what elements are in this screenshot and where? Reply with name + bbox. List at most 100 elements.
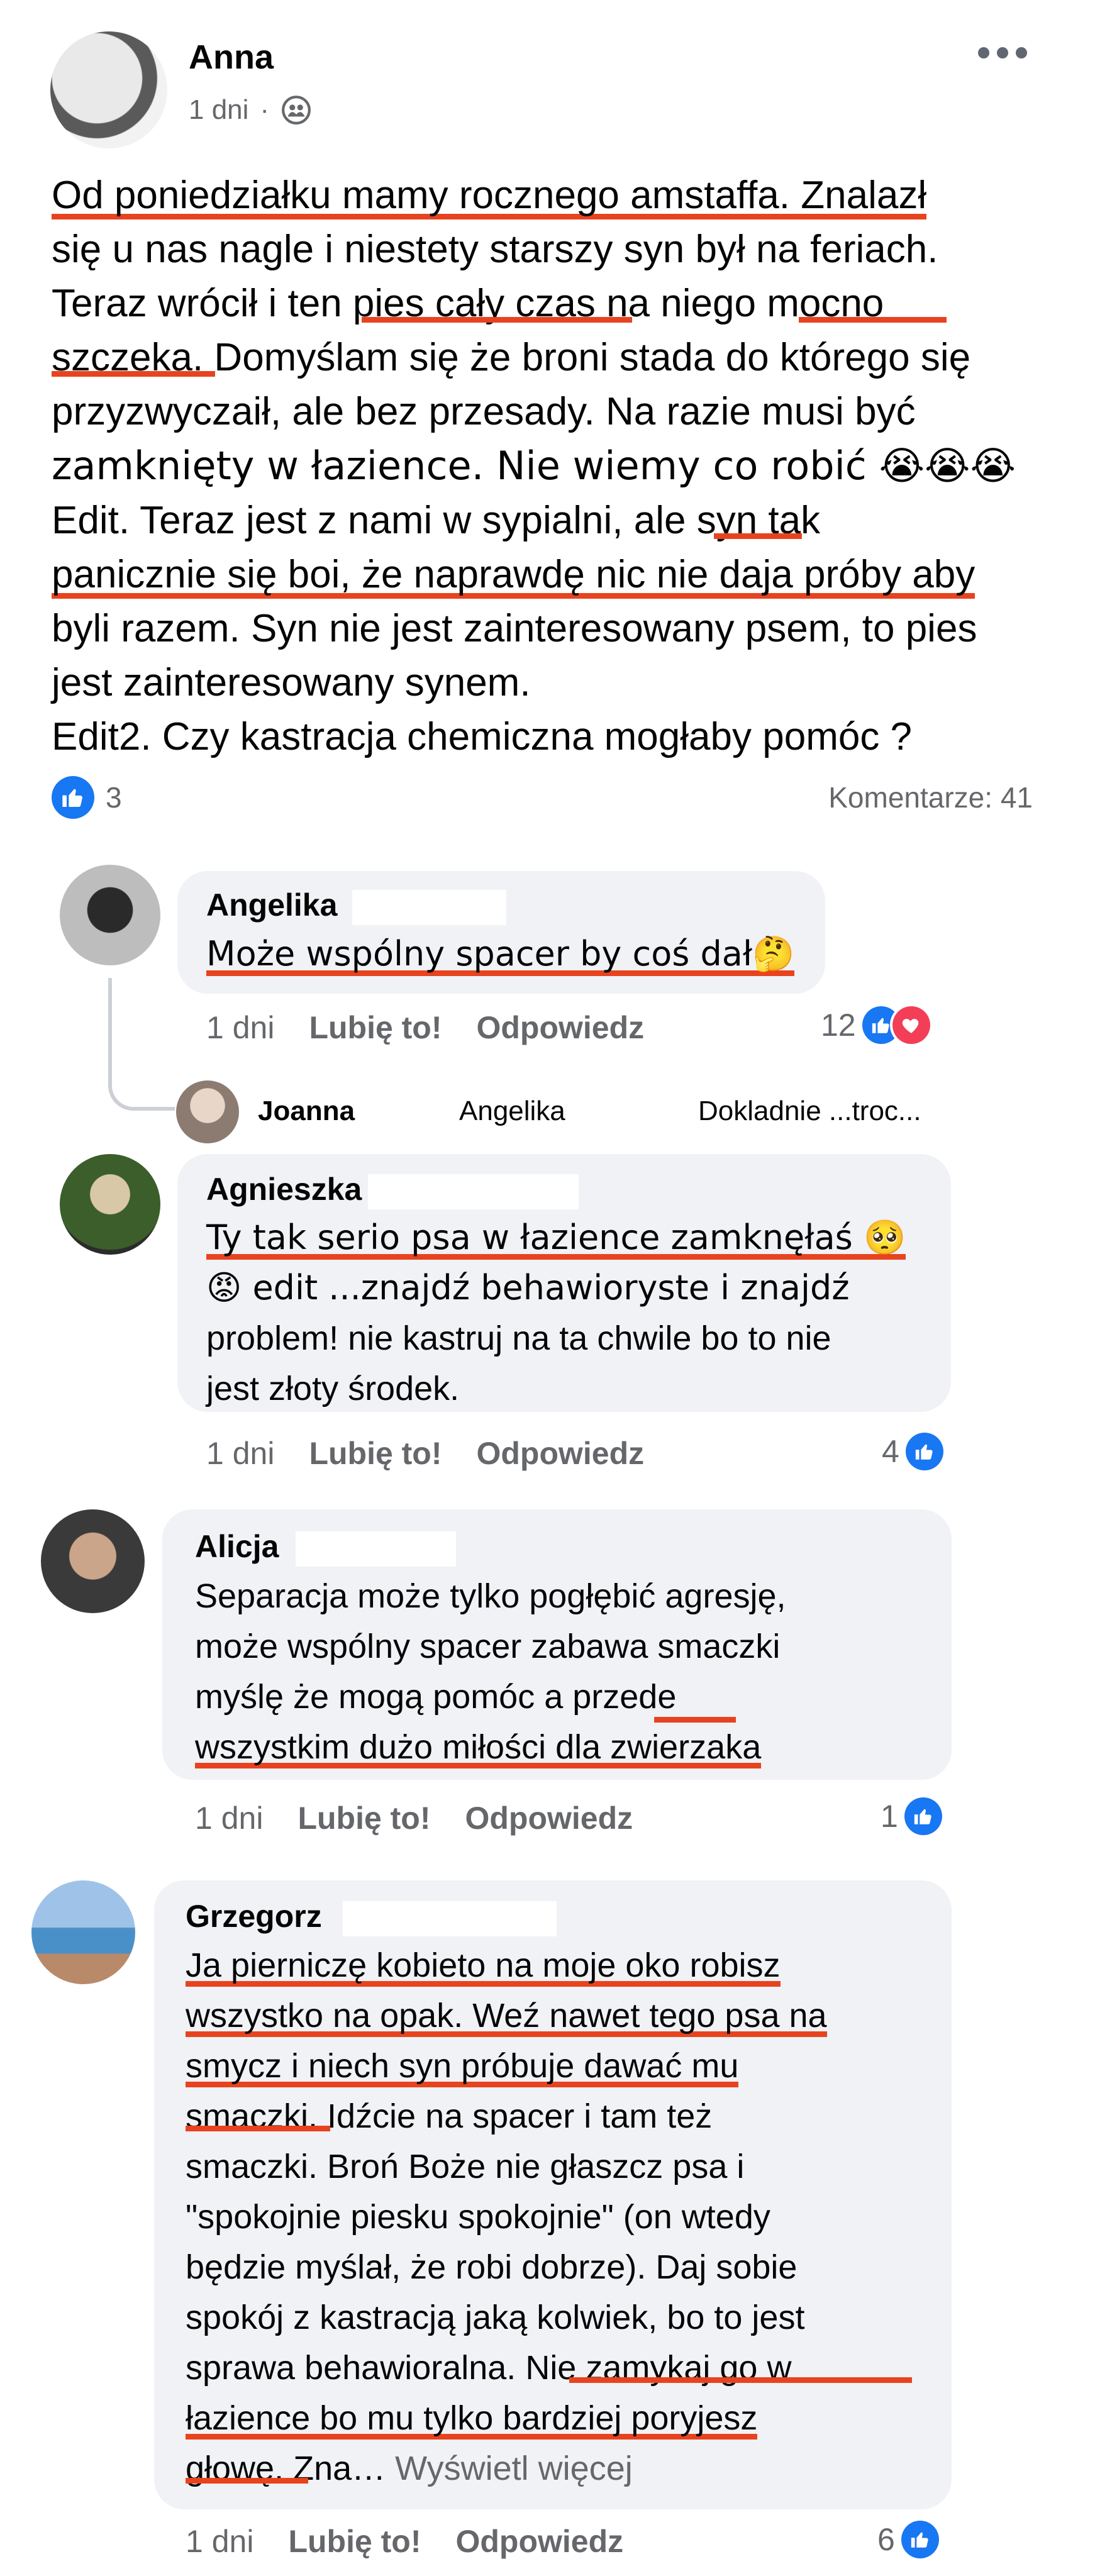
reply-action[interactable]: Odpowiedz bbox=[477, 1435, 645, 1472]
post-line: jest zainteresowany synem. bbox=[52, 661, 531, 704]
name-redaction bbox=[368, 1174, 579, 1209]
comments-count[interactable]: Komentarze: 41 bbox=[828, 780, 1033, 814]
comment-time: 1 dni bbox=[206, 1010, 275, 1045]
meta-separator: · bbox=[260, 94, 270, 125]
highlight-underline bbox=[569, 2377, 912, 2383]
comment-line: wszystkim dużo miłości dla zwierzaka bbox=[195, 1728, 762, 1768]
like-action[interactable]: Lubię to! bbox=[297, 1800, 430, 1836]
author-avatar[interactable] bbox=[50, 31, 167, 148]
comment-line: Ja pierniczę kobieto na moje oko robisz bbox=[186, 1946, 781, 1987]
post-line: się u nas nagle i niestety starszy syn b… bbox=[52, 228, 938, 271]
name-redaction bbox=[343, 1901, 557, 1936]
comment-line: będzie myślał, że robi dobrze). Daj sobi… bbox=[186, 2248, 798, 2286]
reaction-count: 6 bbox=[877, 2522, 895, 2557]
reply-mention: Angelika bbox=[459, 1096, 565, 1126]
heart-icon bbox=[892, 1006, 930, 1044]
commenter-name[interactable]: Grzegorz bbox=[186, 1898, 322, 1935]
reply-avatar[interactable] bbox=[176, 1080, 239, 1143]
comment-text: Ja pierniczę kobieto na moje oko robisz … bbox=[186, 1940, 827, 2494]
thumbs-up-icon bbox=[905, 1433, 943, 1470]
commenter-avatar[interactable] bbox=[31, 1880, 135, 1984]
comment-actions: 1 dni Lubię to! Odpowiedz bbox=[195, 1800, 633, 1836]
friends-icon bbox=[281, 94, 312, 126]
highlight-underline bbox=[654, 1717, 736, 1723]
comment-line: smycz i niech syn próbuje dawać mu bbox=[186, 2047, 739, 2087]
more-dots-icon[interactable] bbox=[978, 47, 1035, 62]
comment-actions: 1 dni Lubię to! Odpowiedz bbox=[206, 1435, 644, 1472]
reply-action[interactable]: Odpowiedz bbox=[465, 1800, 633, 1836]
commenter-name[interactable]: Alicja bbox=[195, 1528, 279, 1565]
post-line: Edit2. Czy kastracja chemiczna mogłaby p… bbox=[52, 715, 913, 758]
comment-actions: 1 dni Lubię to! Odpowiedz bbox=[206, 1009, 644, 1046]
post-like-count: 3 bbox=[106, 781, 122, 814]
comment-reactions[interactable]: 1 bbox=[881, 1797, 942, 1835]
comment-actions: 1 dni Lubię to! Odpowiedz bbox=[186, 2523, 623, 2560]
highlight-underline bbox=[362, 317, 632, 323]
reaction-count: 12 bbox=[821, 1008, 856, 1043]
reply-action[interactable]: Odpowiedz bbox=[477, 1009, 645, 1046]
post-line: byli razem. Syn nie jest zainteresowany … bbox=[52, 607, 977, 650]
comment-line: Ty tak serio psa w łazience zamknęłaś 🥺 bbox=[206, 1218, 906, 1260]
like-action[interactable]: Lubię to! bbox=[309, 1435, 442, 1472]
comment-line: może wspólny spacer zabawa smaczki bbox=[195, 1628, 781, 1665]
post-likes[interactable]: 3 bbox=[52, 776, 122, 819]
comment-line: "spokojnie piesku spokojnie" (on wtedy bbox=[186, 2198, 770, 2236]
reply-author: Joanna bbox=[258, 1096, 355, 1126]
reaction-count: 1 bbox=[881, 1799, 898, 1834]
post-meta: 1 dni · bbox=[189, 94, 312, 126]
post-line: Teraz wrócił i ten pies cały czas na nie… bbox=[52, 282, 884, 325]
thumbs-up-icon bbox=[901, 2521, 939, 2558]
comment-line: smaczki. Broń Boże nie głaszcz psa i bbox=[186, 2148, 745, 2185]
reply-preview[interactable]: Joanna Angelika Dokladnie ...troc... bbox=[258, 1096, 950, 1127]
comment-line: jest złoty środek. bbox=[206, 1370, 460, 1407]
commenter-name[interactable]: Agnieszka bbox=[206, 1171, 362, 1208]
reply-snippet: Dokladnie ...troc... bbox=[698, 1096, 921, 1126]
comment-line: wszystko na opak. Weź nawet tego psa na bbox=[186, 1997, 827, 2037]
post-time[interactable]: 1 dni bbox=[189, 94, 248, 126]
post-line: przyzwyczaił, ale bez przesady. Na razie… bbox=[52, 390, 916, 433]
post-line: Edit. Teraz jest z nami w sypialni, ale … bbox=[52, 499, 821, 542]
highlight-underline bbox=[52, 371, 215, 377]
highlight-underline bbox=[186, 2126, 330, 2131]
comment-line: myślę że mogą pomóc a przede bbox=[195, 1678, 677, 1716]
like-action[interactable]: Lubię to! bbox=[288, 2523, 421, 2560]
highlight-underline bbox=[799, 317, 947, 323]
author-name[interactable]: Anna bbox=[189, 38, 274, 77]
comment-line: sprawa behawioralna. Nie zamykaj go w bbox=[186, 2349, 792, 2387]
see-more-link[interactable]: Wyświetl więcej bbox=[395, 2450, 633, 2487]
thumbs-up-icon bbox=[52, 776, 94, 819]
post-line: zamknięty w łazience. Nie wiemy co robić… bbox=[52, 443, 1016, 489]
comment-time: 1 dni bbox=[206, 1436, 275, 1471]
comment-reactions[interactable]: 4 bbox=[882, 1433, 943, 1470]
post-line: Od poniedziałku mamy rocznego amstaffa. … bbox=[52, 174, 927, 219]
comment-text: Ty tak serio psa w łazience zamknęłaś 🥺 … bbox=[206, 1213, 906, 1414]
comment-line: smaczki. Idźcie na spacer i tam też bbox=[186, 2097, 713, 2135]
like-action[interactable]: Lubię to! bbox=[309, 1009, 442, 1046]
thumbs-up-icon bbox=[904, 1797, 942, 1835]
comment-time: 1 dni bbox=[195, 1801, 264, 1836]
post-reactions-row: 3 Komentarze: 41 bbox=[52, 772, 1033, 823]
commenter-avatar[interactable] bbox=[41, 1509, 145, 1613]
name-redaction bbox=[352, 890, 506, 925]
comment-line: Separacja może tylko pogłębić agresję, bbox=[195, 1577, 786, 1615]
comment-time: 1 dni bbox=[186, 2524, 254, 2559]
name-redaction bbox=[296, 1531, 456, 1567]
comment-reactions[interactable]: 6 bbox=[877, 2521, 939, 2558]
commenter-name[interactable]: Angelika bbox=[206, 887, 337, 923]
comment-reactions[interactable]: 12 bbox=[821, 1006, 930, 1044]
comment-text: Separacja może tylko pogłębić agresję, m… bbox=[195, 1571, 786, 1772]
post-line: panicznie się boi, że naprawdę nic nie d… bbox=[52, 553, 975, 599]
comment-line: problem! nie kastruj na ta chwile bo to … bbox=[206, 1319, 831, 1357]
comment-line: Może wspólny spacer by coś dał🤔 bbox=[206, 934, 795, 976]
reply-thread-line bbox=[108, 978, 175, 1111]
comment-line: spokój z kastracją jaką kolwiek, bo to j… bbox=[186, 2299, 805, 2336]
commenter-avatar[interactable] bbox=[60, 1154, 160, 1255]
reply-action[interactable]: Odpowiedz bbox=[456, 2523, 624, 2560]
post-text: Od poniedziałku mamy rocznego amstaffa. … bbox=[52, 169, 1070, 764]
highlight-underline bbox=[186, 2478, 308, 2484]
post-line: szczeka. Domyślam się że broni stada do … bbox=[52, 336, 971, 379]
highlight-underline bbox=[714, 533, 802, 539]
commenter-avatar[interactable] bbox=[60, 865, 160, 965]
comment-line: 😡 edit ...znajdź behawioryste i znajdź bbox=[206, 1268, 850, 1307]
comment-text: Może wspólny spacer by coś dał🤔 bbox=[206, 929, 795, 979]
